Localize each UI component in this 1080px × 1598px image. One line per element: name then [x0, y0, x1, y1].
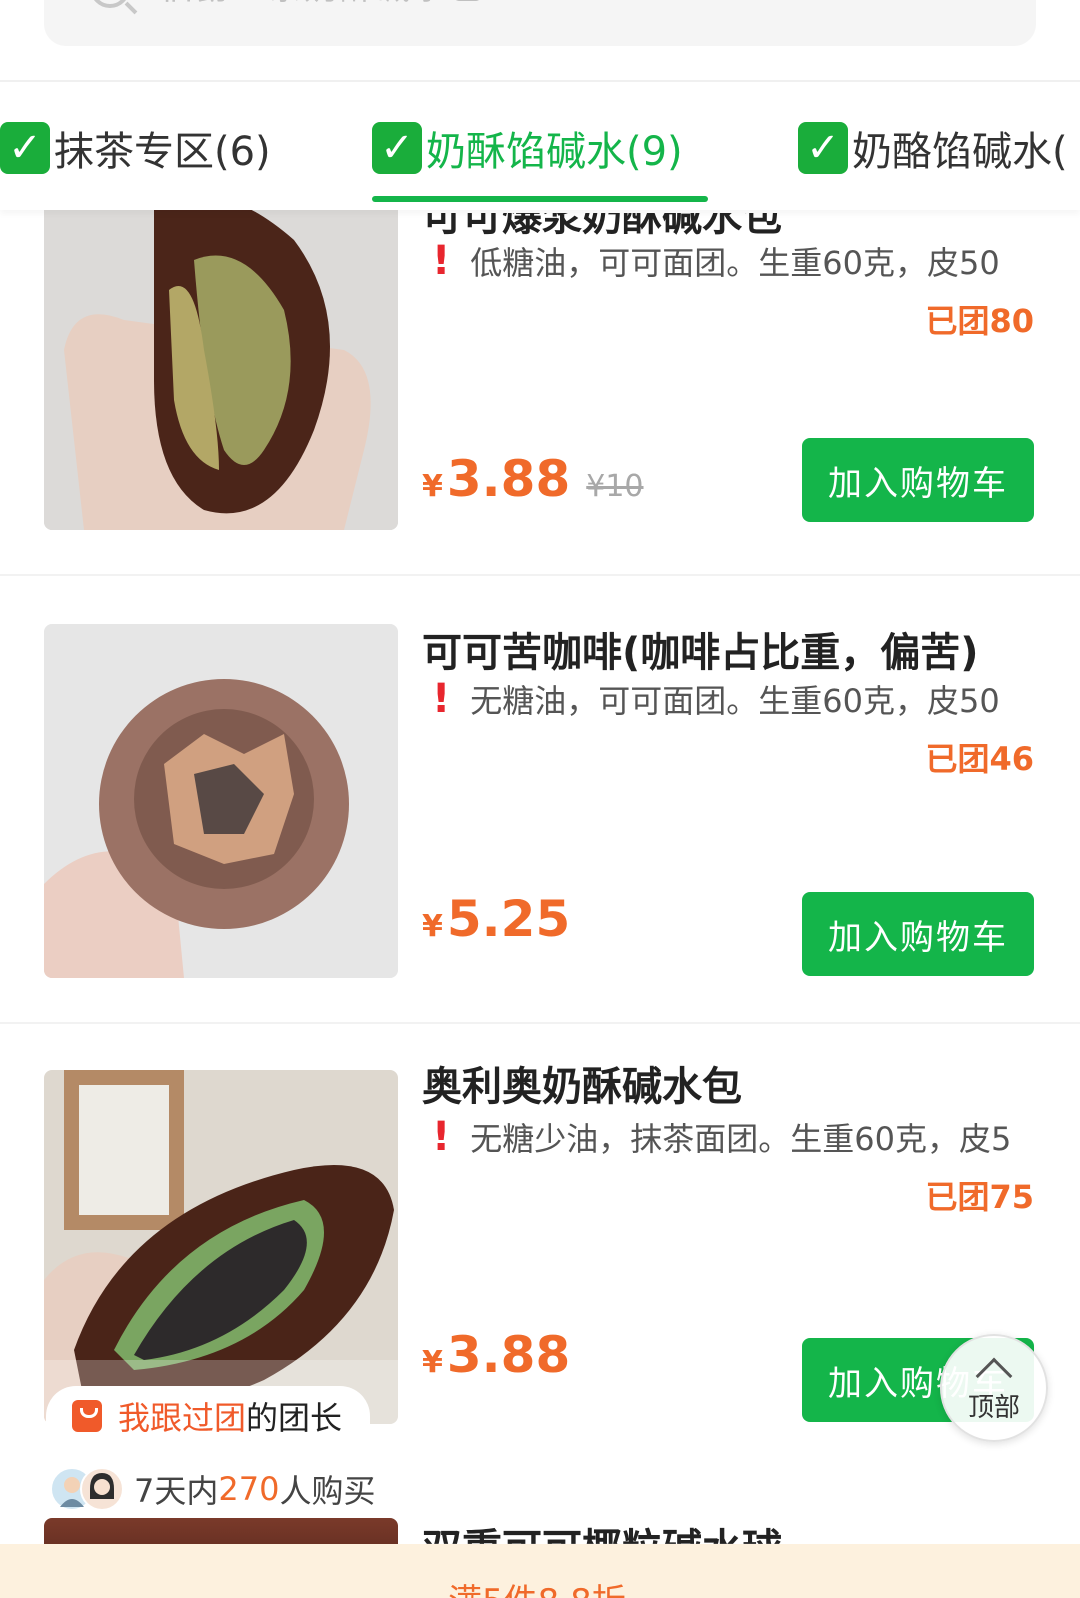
search-icon	[90, 0, 130, 8]
product-image[interactable]	[44, 624, 398, 978]
currency-symbol: ¥	[422, 469, 443, 504]
product-price: ¥ 3.88	[422, 1326, 570, 1384]
alert-icon: !	[432, 238, 451, 284]
checkmark-icon: ✓	[372, 122, 422, 174]
buyers-suffix: 人购买	[279, 1472, 376, 1510]
original-price: ¥10	[586, 469, 644, 504]
checkmark-icon: ✓	[798, 122, 848, 174]
product-image[interactable]	[44, 1070, 398, 1424]
bread-image	[44, 1070, 398, 1424]
promo-text: 满5件8.8折	[448, 1574, 626, 1598]
recent-buyers: 7天内 270 人购买	[50, 1466, 375, 1512]
tab-cheese[interactable]: ✓ 奶酪馅碱水(	[798, 118, 1068, 178]
tab-matcha[interactable]: ✓ 抹茶专区(6)	[0, 118, 271, 178]
price-value: 3.88	[446, 1326, 571, 1384]
active-tab-indicator	[372, 196, 708, 202]
product-price: ¥ 3.88 ¥10	[422, 450, 644, 508]
currency-symbol: ¥	[422, 1345, 443, 1380]
promo-bar[interactable]: 满5件8.8折	[0, 1544, 1080, 1598]
divider	[0, 1022, 1080, 1024]
product-desc: ! 无糖油，可可面团。生重60克，皮50	[422, 676, 1000, 722]
add-to-cart-button[interactable]: 加入购物车	[802, 892, 1034, 976]
avatar	[80, 1467, 124, 1511]
product-title: 奥利奥奶酥碱水包	[422, 1064, 742, 1110]
alert-icon: !	[432, 676, 451, 722]
divider	[0, 574, 1080, 576]
tab-label: 抹茶专区(6)	[54, 129, 271, 175]
checkmark-icon: ✓	[0, 122, 50, 174]
product-card[interactable]: 可可苦咖啡(咖啡占比重，偏苦) ! 无糖油，可可面团。生重60克，皮50 已团4…	[0, 580, 1080, 1020]
group-sold-count: 已团80	[925, 302, 1034, 340]
search-bar[interactable]: 伯爵红茶奶酥碱水包	[44, 0, 1036, 46]
product-desc-text: 无糖少油，抹茶面团。生重60克，皮5	[470, 1120, 1012, 1158]
category-tabs: ✓ 抹茶专区(6) ✓ 奶酥馅碱水(9) ✓ 奶酪馅碱水(	[0, 100, 1080, 210]
shopping-bag-icon	[72, 1400, 102, 1432]
buyers-count: 270	[218, 1470, 280, 1508]
leader-tag-highlight: 我跟过团	[118, 1399, 247, 1437]
back-to-top-button[interactable]: 顶部	[940, 1334, 1048, 1442]
product-desc-text: 低糖油，可可面团。生重60克，皮50	[470, 244, 1000, 282]
alert-icon: !	[432, 1114, 451, 1160]
buyer-avatars	[50, 1467, 124, 1511]
product-card[interactable]: 可可爆浆奶酥碱水包 ! 低糖油，可可面团。生重60克，皮50 已团80 ¥ 3.…	[0, 150, 1080, 570]
group-sold-count: 已团46	[925, 740, 1034, 778]
divider	[0, 80, 1080, 82]
product-desc-text: 无糖油，可可面团。生重60克，皮50	[470, 682, 1000, 720]
add-to-cart-button[interactable]: 加入购物车	[802, 438, 1034, 522]
leader-tag-text: 的团长	[246, 1399, 343, 1437]
product-price: ¥ 5.25	[422, 890, 570, 948]
bread-image	[44, 624, 398, 978]
product-title: 可可苦咖啡(咖啡占比重，偏苦)	[422, 630, 979, 676]
group-sold-count: 已团75	[925, 1178, 1034, 1216]
tab-label: 奶酥馅碱水(9)	[426, 129, 683, 175]
product-desc: ! 低糖油，可可面团。生重60克，皮50	[422, 238, 1000, 284]
tab-label: 奶酪馅碱水(	[852, 129, 1068, 175]
avatar-image	[90, 1473, 114, 1499]
price-value: 5.25	[446, 890, 571, 948]
search-placeholder: 伯爵红茶奶酥碱水包	[160, 0, 484, 9]
product-desc: ! 无糖少油，抹茶面团。生重60克，皮5	[422, 1114, 1011, 1160]
tab-milk-crisp[interactable]: ✓ 奶酥馅碱水(9)	[372, 118, 683, 178]
price-value: 3.88	[446, 450, 571, 508]
buyers-prefix: 7天内	[134, 1472, 219, 1510]
currency-symbol: ¥	[422, 909, 443, 944]
group-leader-tag: 我跟过团 的团长	[46, 1386, 370, 1446]
